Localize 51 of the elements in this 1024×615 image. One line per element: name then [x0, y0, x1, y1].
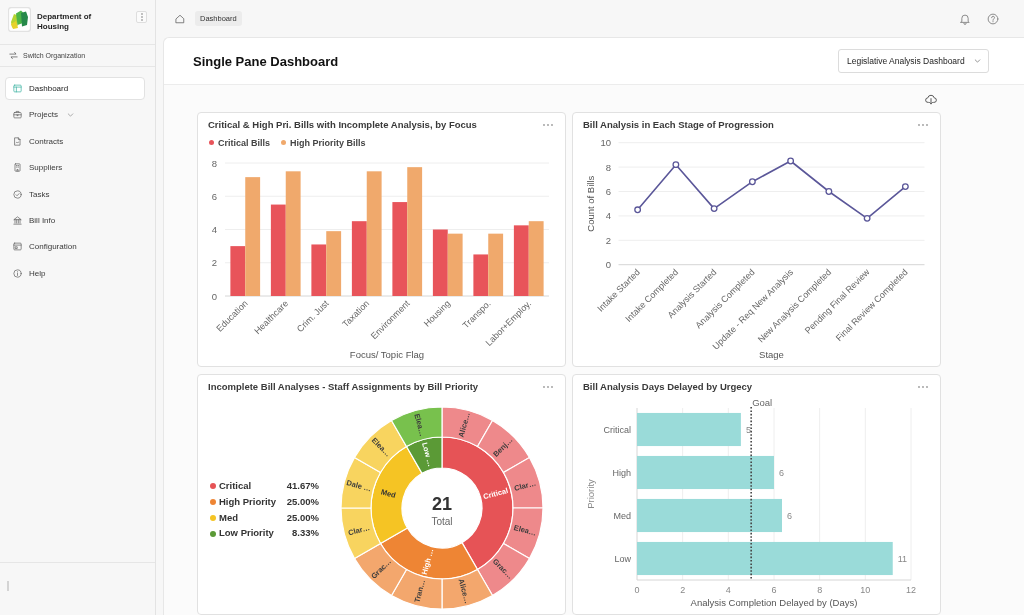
axis-tick-label: 6: [771, 585, 777, 595]
axis-title: Analysis Completion Delayed by (Days): [690, 597, 858, 608]
axis-tick-label: 8: [817, 585, 823, 595]
card-title: Critical & High Pri. Bills with Incomplete Analysis, by Focus: [208, 119, 477, 130]
axis-tick-label: 8: [605, 161, 611, 173]
legend-value: 25.00%: [286, 495, 319, 509]
axis-title: Stage: [759, 348, 784, 360]
axis-category-label: Med: [613, 511, 631, 521]
goal-label: Goal: [752, 398, 773, 408]
total-value: 21: [432, 494, 452, 514]
axis-tick-label: 2: [680, 585, 686, 595]
axis-tick-label: 2: [605, 234, 611, 246]
axis-tick-label: 0: [605, 259, 611, 271]
organization-name: Department of Housing: [37, 12, 93, 32]
legend-value: 8.33%: [292, 527, 319, 540]
legend-label: High Priority: [219, 495, 276, 509]
axis-tick-label: 10: [600, 137, 611, 149]
axis-title: Count of Bills: [585, 175, 596, 232]
legend-value: 41.67%: [286, 480, 319, 493]
legend-label: Med: [219, 511, 239, 525]
axis-category-label: Low: [614, 554, 631, 564]
axis-tick-label: 12: [906, 585, 916, 595]
axis-title: Focus/ Topic Flag: [349, 348, 425, 360]
total-label: Total: [431, 516, 453, 527]
axis-tick-label: 0: [634, 585, 640, 595]
legend-value: 25.00%: [286, 511, 319, 525]
axis-tick-label: 4: [605, 210, 611, 222]
axis-tick-label: 10: [860, 585, 871, 595]
axis-tick-label: 2: [211, 257, 217, 269]
value-label: 6: [779, 468, 784, 478]
legend-label: High Priority Bills: [290, 137, 366, 148]
axis-tick-label: 8: [211, 157, 217, 169]
axis-category-label: Crim. Just: [294, 298, 331, 335]
legend-label: Low Priority: [219, 527, 275, 540]
axis-tick-label: 0: [211, 290, 217, 302]
value-label: 5: [745, 425, 751, 435]
axis-title: Priority: [585, 479, 596, 509]
card-title: Bill Analysis in Each Stage of Progression: [583, 119, 774, 130]
legend-label: Critical Bills: [218, 137, 271, 148]
axis-tick-label: 6: [605, 186, 611, 197]
axis-category-label: High: [612, 468, 631, 478]
legend-label: Critical: [219, 480, 253, 493]
axis-tick-label: 6: [211, 190, 217, 202]
card-title: Bill Analysis Days Delayed by Urgecy: [583, 381, 753, 392]
axis-tick-label: 4: [211, 224, 217, 235]
value-label: 11: [897, 554, 908, 564]
card-title: Incomplete Bill Analyses - Staff Assignments by Bill Priority: [208, 381, 479, 392]
value-label: 6: [787, 511, 792, 521]
axis-category-label: Critical: [603, 425, 631, 435]
page-title: Single Pane Dashboard: [193, 53, 339, 69]
axis-tick-label: 4: [725, 585, 731, 595]
